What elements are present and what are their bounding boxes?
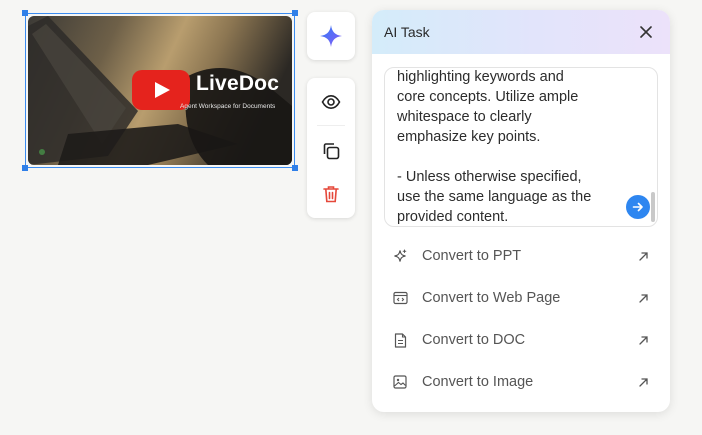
convert-to-image-item[interactable]: Convert to Image <box>384 361 658 403</box>
video-brand-subtitle: Agent Workspace for Documents <box>180 103 276 110</box>
document-icon <box>392 332 408 348</box>
trash-icon <box>323 186 339 203</box>
action-label: Convert to Web Page <box>422 290 561 306</box>
action-label: Convert to DOC <box>422 332 526 348</box>
ai-task-panel: AI Task highlighting keywords and core c… <box>372 10 670 412</box>
action-label: Convert to Image <box>422 374 534 390</box>
preview-button[interactable] <box>319 90 343 114</box>
image-icon <box>392 374 408 390</box>
duplicate-button[interactable] <box>319 139 343 163</box>
resize-handle-bottom-left[interactable] <box>22 165 28 171</box>
panel-title: AI Task <box>384 24 430 40</box>
action-label: Convert to PPT <box>422 248 522 264</box>
panel-header: AI Task <box>372 10 670 54</box>
prompt-text[interactable]: highlighting keywords and core concepts.… <box>397 68 629 226</box>
close-button[interactable] <box>636 22 656 42</box>
close-icon <box>640 26 652 38</box>
delete-button[interactable] <box>319 182 343 206</box>
send-button[interactable] <box>626 195 650 219</box>
resize-handle-bottom-right[interactable] <box>292 165 298 171</box>
arrow-up-right-icon <box>636 333 650 347</box>
resize-handle-top-right[interactable] <box>292 10 298 16</box>
prompt-scrollbar[interactable] <box>651 192 655 222</box>
eye-icon <box>321 94 341 110</box>
convert-to-web-page-item[interactable]: Convert to Web Page <box>384 277 658 319</box>
video-block[interactable]: LiveDoc Agent Workspace for Documents <box>22 10 298 171</box>
convert-to-ppt-item[interactable]: Convert to PPT <box>384 235 658 277</box>
video-brand-title: LiveDoc <box>196 72 280 95</box>
toolbar-divider <box>317 125 345 126</box>
copy-icon <box>323 143 340 160</box>
sparkle-icon <box>392 248 408 264</box>
arrow-up-right-icon <box>636 375 650 389</box>
arrow-up-right-icon <box>636 249 650 263</box>
video-thumbnail[interactable]: LiveDoc Agent Workspace for Documents <box>28 16 292 165</box>
block-action-toolbar <box>307 78 355 218</box>
convert-to-doc-item[interactable]: Convert to DOC <box>384 319 658 361</box>
ai-assistant-button[interactable] <box>307 12 355 60</box>
arrow-right-icon <box>632 202 643 212</box>
arrow-up-right-icon <box>636 291 650 305</box>
action-list: Convert to PPT Convert to Web Page Conve… <box>384 235 658 403</box>
prompt-input[interactable]: highlighting keywords and core concepts.… <box>384 67 658 227</box>
web-page-icon <box>392 290 408 306</box>
sparkle-icon <box>320 25 342 47</box>
